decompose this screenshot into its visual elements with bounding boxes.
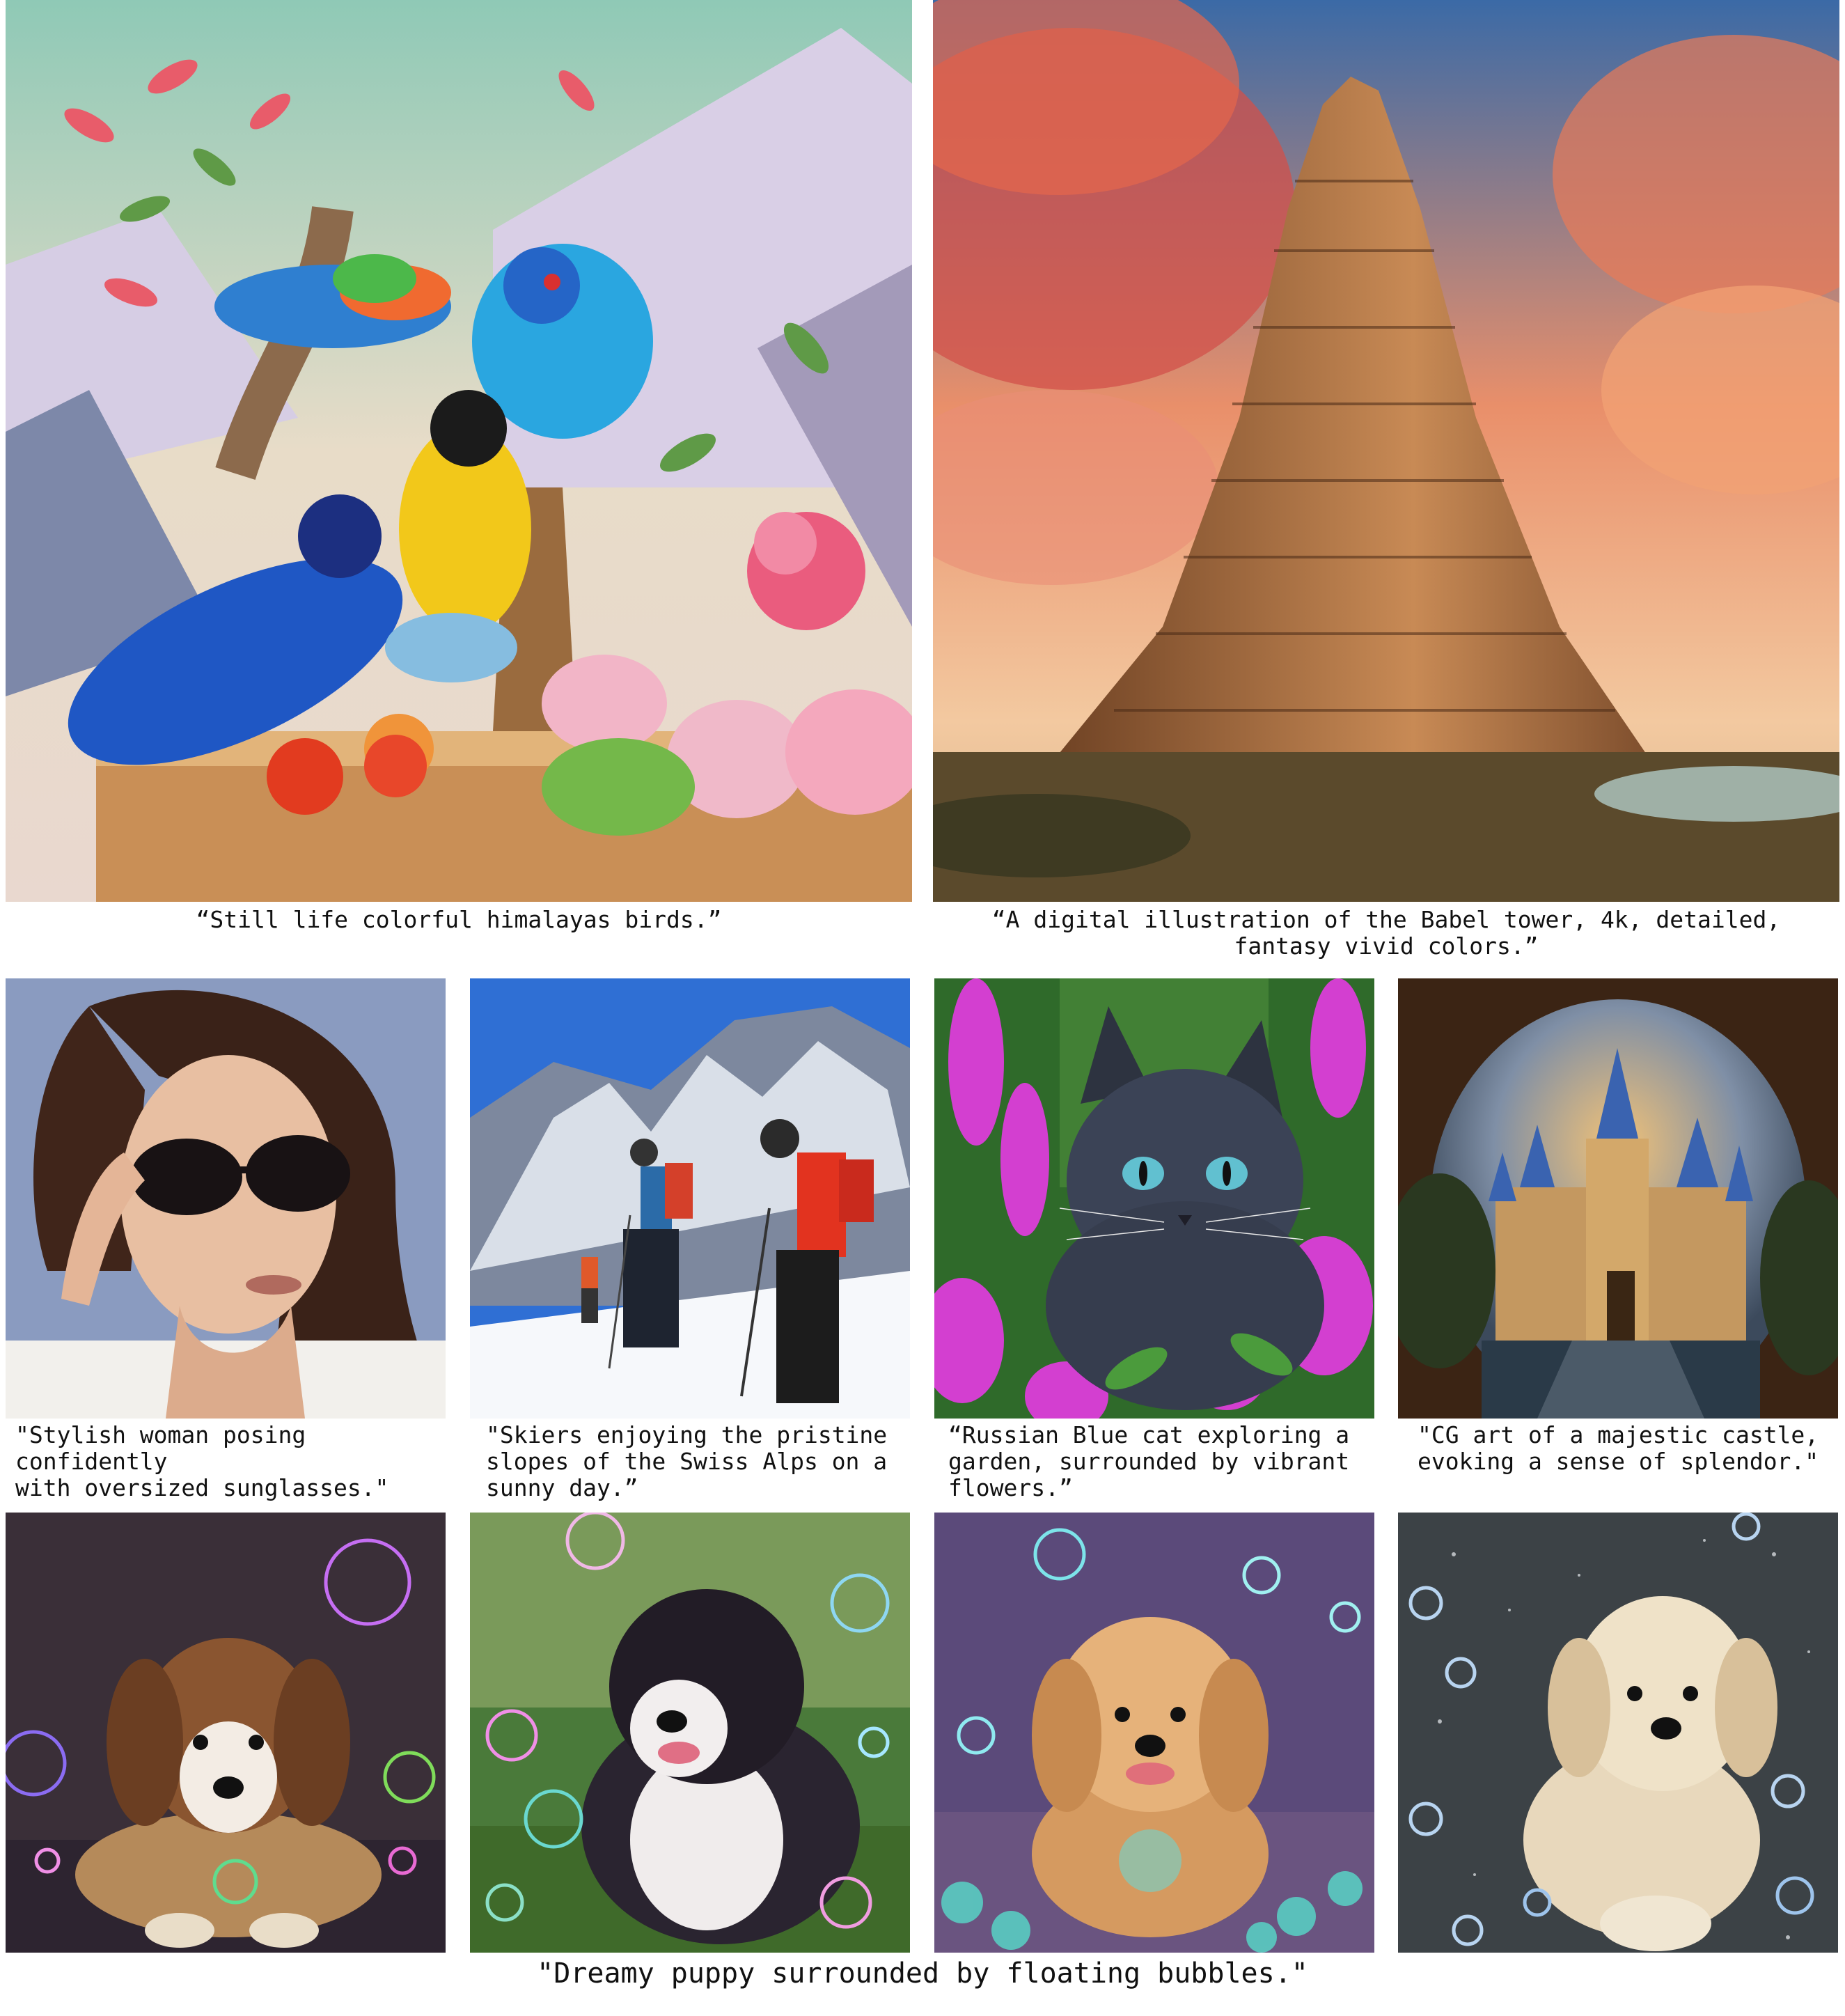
caption-castle: "CG art of a majestic castle, evoking a … xyxy=(1418,1421,1819,1475)
puppy-bubbles-image-2 xyxy=(470,1513,910,1953)
woman-sunglasses-image xyxy=(6,978,446,1419)
caption-cat: “Russian Blue cat exploring a garden, su… xyxy=(948,1421,1350,1501)
skiers-swiss-alps-image xyxy=(470,978,910,1419)
puppy-bubbles-image-1 xyxy=(6,1513,446,1953)
caption-babel-tower: “A digital illustration of the Babel tow… xyxy=(991,906,1781,960)
caption-birds: “Still life colorful himalayas birds.” xyxy=(196,906,722,933)
caption-woman: "Stylish woman posing confidently with o… xyxy=(15,1421,389,1501)
birds-still-life-image xyxy=(6,0,912,902)
majestic-castle-image xyxy=(1398,978,1838,1419)
babel-tower-image xyxy=(933,0,1839,902)
caption-skiers: "Skiers enjoying the pristine slopes of … xyxy=(486,1421,888,1501)
russian-blue-cat-image xyxy=(934,978,1374,1419)
puppy-bubbles-image-4 xyxy=(1398,1513,1838,1953)
caption-puppy: "Dreamy puppy surrounded by floating bub… xyxy=(537,1958,1308,1990)
puppy-bubbles-image-3 xyxy=(934,1513,1374,1953)
